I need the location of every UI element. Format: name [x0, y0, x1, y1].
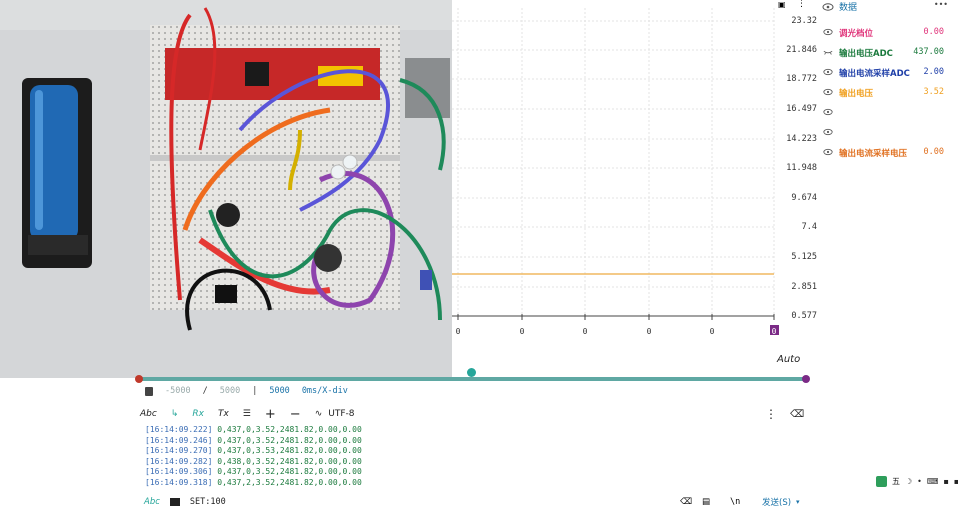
- tray-icon[interactable]: ▪: [954, 477, 958, 486]
- folder-icon[interactable]: [169, 498, 180, 506]
- eye-icon[interactable]: [823, 27, 833, 37]
- history-icon[interactable]: ▤: [702, 497, 710, 507]
- moon-icon[interactable]: ☽: [905, 477, 912, 486]
- minus-icon[interactable]: −: [290, 407, 301, 422]
- x-tick: 0: [519, 327, 525, 336]
- y-tick: 0.577: [791, 311, 817, 321]
- eye-icon[interactable]: [823, 87, 833, 97]
- y-tick: 21.846: [786, 45, 817, 55]
- slider-mid-handle[interactable]: [467, 368, 476, 377]
- channel-row[interactable]: 输出电流采样电压 0.00: [818, 146, 958, 160]
- channel-row[interactable]: 输出电流采样ADC 2.00: [818, 66, 958, 80]
- trash-icon[interactable]: [145, 386, 153, 396]
- channel-row[interactable]: 输出电压ADC 437.00: [818, 46, 958, 60]
- eye-icon[interactable]: [823, 107, 833, 117]
- more-icon[interactable]: •••: [934, 0, 948, 9]
- waveform-plot[interactable]: 23.32 21.846 18.772 16.497 14.223 11.948…: [452, 0, 817, 345]
- eye-icon[interactable]: [822, 1, 834, 13]
- xdiv-end[interactable]: 5000: [220, 386, 240, 396]
- channel-value: 437.00: [913, 47, 944, 57]
- y-tick: 16.497: [786, 104, 817, 114]
- channel-value: 0.00: [923, 147, 944, 157]
- send-input[interactable]: SET:100: [190, 497, 226, 507]
- lock-icon[interactable]: ▣: [778, 0, 786, 9]
- channel-row[interactable]: [818, 126, 958, 140]
- plus-icon[interactable]: +: [265, 407, 276, 422]
- rx-arrow-icon[interactable]: ↳: [171, 409, 179, 419]
- chevron-down-icon[interactable]: ▾: [796, 498, 800, 506]
- eye-icon[interactable]: [823, 67, 833, 77]
- y-tick: 2.851: [791, 282, 817, 292]
- serial-log[interactable]: [16:14:09.222] 0,437,0,3.52,2481.82,0.00…: [145, 425, 362, 488]
- newline-select[interactable]: \n: [730, 497, 740, 507]
- dot-icon[interactable]: •: [917, 477, 922, 486]
- channel-row[interactable]: 调光档位 0.00: [818, 26, 958, 40]
- eye-icon[interactable]: [823, 147, 833, 157]
- slider-right-handle[interactable]: [802, 375, 810, 383]
- encoding-select[interactable]: UTF-8: [328, 409, 354, 419]
- send-button[interactable]: 发送(S): [762, 496, 791, 508]
- camera-photo: [0, 0, 452, 378]
- eye-icon[interactable]: [823, 127, 833, 137]
- app-tray-icon[interactable]: [876, 476, 887, 487]
- time-range-slider[interactable]: [138, 377, 806, 381]
- eraser-icon[interactable]: ⌫: [680, 497, 692, 507]
- y-tick: 7.4: [801, 222, 817, 232]
- xdiv-count[interactable]: 5000: [269, 386, 289, 396]
- channel-value: 2.00: [923, 67, 944, 77]
- xdiv-sep: /: [202, 386, 208, 396]
- system-tray: 五 ☽ • ⌨ ▪ ▪: [876, 476, 958, 487]
- y-tick: 11.948: [786, 163, 817, 173]
- keyboard-icon[interactable]: ⌨: [927, 477, 939, 486]
- log-line: [16:14:09.282] 0,438,0,3.52,2481.82,0.00…: [145, 456, 362, 466]
- slider-left-handle[interactable]: [135, 375, 143, 383]
- channel-name: 调光档位: [839, 29, 874, 39]
- panel-title: 数据: [839, 3, 858, 13]
- channel-name: 输出电流采样ADC: [839, 69, 910, 79]
- tray-icon[interactable]: ▪: [943, 477, 948, 486]
- x-tick: 0: [455, 327, 461, 336]
- ime-indicator[interactable]: 五: [892, 476, 900, 487]
- y-tick: 5.125: [791, 252, 817, 262]
- x-tick: 0: [582, 327, 588, 336]
- y-tick: 14.223: [786, 134, 817, 144]
- format-icon[interactable]: ☰: [243, 409, 251, 419]
- x-tick: 0: [709, 327, 715, 336]
- abc-button[interactable]: Abc: [140, 409, 157, 419]
- log-line: [16:14:09.318] 0,437,2,3.52,2481.82,0.00…: [145, 477, 362, 487]
- xdiv-start[interactable]: -5000: [165, 386, 191, 396]
- wave-icon[interactable]: ∿: [315, 409, 323, 419]
- rx-toggle[interactable]: Rx: [192, 409, 204, 419]
- channel-name: 输出电压ADC: [839, 49, 893, 59]
- eraser-icon[interactable]: ⌫: [790, 409, 804, 420]
- y-tick: 18.772: [786, 74, 817, 84]
- more-vertical-icon[interactable]: ⋮: [765, 407, 777, 421]
- xdiv-bar: |: [252, 386, 258, 396]
- log-line: [16:14:09.246] 0,437,0,3.52,2481.82,0.00…: [145, 435, 362, 445]
- more-vertical-icon[interactable]: ⋮: [797, 0, 806, 9]
- xdiv-unit: 0ms/X-div: [301, 386, 348, 396]
- channel-row[interactable]: 输出电压 3.52: [818, 86, 958, 100]
- channel-value: 3.52: [923, 87, 944, 97]
- eye-hidden-icon[interactable]: [823, 47, 833, 57]
- channel-row[interactable]: [818, 106, 958, 120]
- abc-send-button[interactable]: Abc: [144, 497, 160, 507]
- auto-scale-label[interactable]: Auto: [777, 354, 800, 365]
- channel-name: 输出电压: [839, 89, 874, 99]
- log-line: [16:14:09.222] 0,437,0,3.52,2481.82,0.00…: [145, 425, 362, 434]
- y-tick: 23.32: [791, 16, 817, 26]
- channel-value: 0.00: [923, 27, 944, 37]
- x-tick: 0: [646, 327, 652, 336]
- data-panel: 数据 ••• 调光档位 0.00 输出电压ADC 437.00 输出电流采样AD…: [818, 0, 958, 513]
- channel-name: 输出电流采样电压: [839, 149, 908, 159]
- tx-toggle[interactable]: Tx: [218, 409, 229, 419]
- x-tick: 0: [771, 327, 777, 336]
- log-line: [16:14:09.270] 0,437,0,3.53,2481.82,0.00…: [145, 446, 362, 455]
- log-line: [16:14:09.306] 0,437,0,3.52,2481.82,0.00…: [145, 467, 362, 476]
- y-tick: 9.674: [791, 193, 817, 203]
